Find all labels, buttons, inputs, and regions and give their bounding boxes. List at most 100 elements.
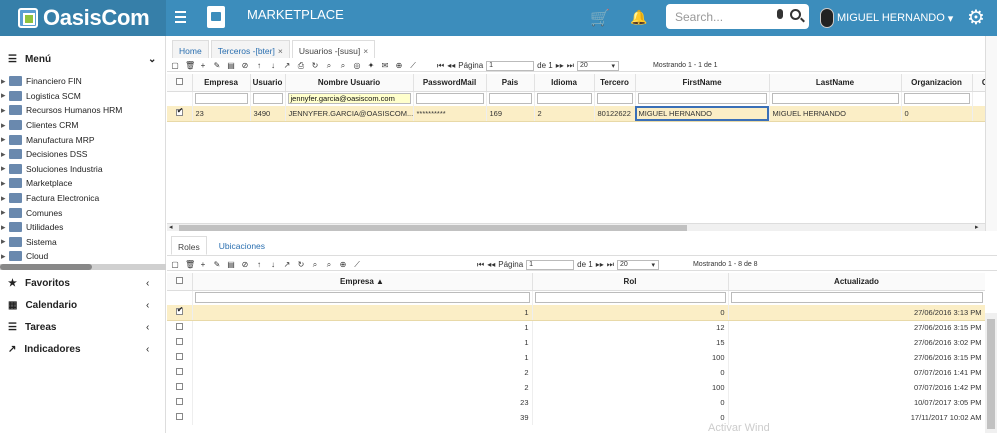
close-icon[interactable]: × <box>278 46 283 56</box>
section-calendario[interactable]: ▦ Calendario ‹ <box>0 294 166 316</box>
filter-input[interactable] <box>252 93 283 105</box>
filter-input[interactable] <box>903 93 970 105</box>
arrow-up-icon[interactable]: ↑ <box>255 61 263 70</box>
tab-ubicaciones[interactable]: Ubicaciones <box>213 236 271 255</box>
refresh-icon[interactable]: ↻ <box>311 61 319 70</box>
expand-icon[interactable]: ▸ <box>1 120 7 131</box>
search-icon[interactable]: ⌕ <box>339 61 347 71</box>
prev-page-icon[interactable]: ◂◂ <box>447 61 455 70</box>
search-icon[interactable]: ⌕ <box>325 260 333 270</box>
plus-circle-icon[interactable]: ⊕ <box>395 61 403 70</box>
expand-icon[interactable]: ▸ <box>1 105 7 116</box>
expand-icon[interactable]: ▸ <box>1 76 7 87</box>
filter-input[interactable] <box>415 93 484 105</box>
chevron-down-icon[interactable]: ⌄ <box>148 54 156 65</box>
cart-icon[interactable]: 🛒 <box>590 8 610 28</box>
column-header[interactable]: Cre <box>972 74 985 92</box>
vertical-scrollbar[interactable] <box>985 313 997 433</box>
add-icon[interactable]: + <box>199 61 207 70</box>
column-header[interactable]: PasswordMail <box>413 74 487 92</box>
expand-icon[interactable]: ▸ <box>1 207 7 218</box>
prev-page-icon[interactable]: ◂◂ <box>487 260 495 269</box>
tree-item[interactable]: ▸ Manufactura MRP <box>0 132 166 147</box>
select-all-checkbox[interactable] <box>167 74 193 92</box>
expand-icon[interactable]: ▸ <box>1 251 7 262</box>
column-header[interactable]: FirstName <box>635 74 770 92</box>
rows-per-page-select[interactable]: 20 ▾ <box>616 259 659 270</box>
section-favoritos[interactable]: ★ Favoritos ‹ <box>0 272 166 294</box>
scrollbar-thumb[interactable] <box>179 225 687 231</box>
column-header[interactable]: Pais <box>486 74 535 92</box>
filter-input[interactable] <box>730 292 983 304</box>
last-page-icon[interactable]: ⏭ <box>607 260 614 270</box>
export-icon[interactable]: ↗ <box>283 260 291 269</box>
delete-icon[interactable]: 🗑 <box>185 260 195 269</box>
search-input[interactable]: Search... <box>666 4 809 29</box>
save-icon[interactable]: ▤ <box>227 260 235 269</box>
add-icon[interactable]: + <box>199 260 207 269</box>
row-checkbox[interactable] <box>175 368 183 375</box>
column-header[interactable]: Nombre Usuario <box>285 74 414 92</box>
column-header[interactable]: Usuario <box>250 74 286 92</box>
microphone-icon[interactable] <box>777 9 783 19</box>
mail-icon[interactable]: ✉ <box>381 61 389 70</box>
rows-per-page-select[interactable]: 20 ▾ <box>576 60 619 71</box>
table-row[interactable]: 1 12 27/06/2016 3:15 PM <box>167 320 985 335</box>
tree-item[interactable]: ▸ Decisiones DSS <box>0 147 166 162</box>
filter-input[interactable] <box>637 93 767 105</box>
selected-cell[interactable]: MIGUEL HERNANDO <box>635 106 770 122</box>
table-row[interactable]: 39 0 17/11/2017 10:02 AM <box>167 410 985 425</box>
column-header[interactable]: Tercero <box>594 74 636 92</box>
tree-item[interactable]: ▸ Cloud <box>0 249 166 264</box>
tree-item[interactable]: ▸ Utilidades <box>0 220 166 235</box>
tab-home[interactable]: Home <box>172 40 209 58</box>
bell-icon[interactable]: 🔔 <box>630 9 647 26</box>
last-page-icon[interactable]: ⏭ <box>567 61 574 71</box>
refresh-icon[interactable]: ↻ <box>297 260 305 269</box>
filter-input[interactable] <box>596 93 633 105</box>
zoom-icon[interactable]: ⌕ <box>325 61 333 71</box>
tree-item[interactable]: ▸ Marketplace <box>0 176 166 191</box>
filter-input[interactable] <box>194 292 530 304</box>
cancel-icon[interactable]: ⊘ <box>241 260 249 269</box>
arrow-down-icon[interactable]: ↓ <box>269 260 277 269</box>
table-row[interactable]: 2 100 07/07/2016 1:42 PM <box>167 380 985 395</box>
page-input[interactable]: 1 <box>486 60 535 71</box>
sidebar-scrollbar[interactable] <box>0 264 166 270</box>
resize-icon[interactable]: ⟋ <box>409 61 417 71</box>
row-checkbox[interactable] <box>175 398 183 405</box>
column-header[interactable]: Rol <box>532 273 729 291</box>
export-icon[interactable]: ↗ <box>283 61 291 70</box>
expand-icon[interactable]: ▸ <box>1 222 7 233</box>
expand-icon[interactable]: ▸ <box>1 90 7 101</box>
user-menu[interactable]: MIGUEL HERNANDO ▾ <box>820 8 953 28</box>
row-checkbox[interactable] <box>175 323 183 331</box>
new-icon[interactable]: ▢ <box>171 260 179 269</box>
column-header[interactable]: Organizacion <box>901 74 973 92</box>
cancel-icon[interactable]: ⊘ <box>241 61 249 70</box>
tree-item[interactable]: ▸ Clientes CRM <box>0 118 166 133</box>
menu-header[interactable]: ☰ Menú ⌄ <box>8 54 156 65</box>
zoom-icon[interactable]: ⌕ <box>311 260 319 270</box>
section-indicadores[interactable]: ↗ Indicadores ‹ <box>0 338 166 360</box>
gear-icon[interactable]: ⚙ <box>967 5 985 30</box>
hamburger-menu-icon[interactable] <box>175 11 186 26</box>
expand-icon[interactable]: ▸ <box>1 178 7 189</box>
tree-item[interactable]: ▸ Sistema <box>0 235 166 250</box>
table-row[interactable]: 23 0 10/07/2017 3:05 PM <box>167 395 985 410</box>
edit-icon[interactable]: ✎ <box>213 260 221 269</box>
logo[interactable]: OasisCom <box>0 0 166 36</box>
close-icon[interactable]: × <box>363 46 368 56</box>
sort-asc-icon[interactable]: ▲ <box>376 277 384 286</box>
first-page-icon[interactable]: ⏮ <box>477 260 484 270</box>
scroll-right-icon[interactable]: ▸ <box>975 223 979 231</box>
scrollbar-thumb[interactable] <box>987 319 995 429</box>
tree-item[interactable]: ▸ Soluciones Industria <box>0 162 166 177</box>
tree-item[interactable]: ▸ Recursos Humanos HRM <box>0 103 166 118</box>
resize-icon[interactable]: ⟋ <box>353 260 361 270</box>
tab-usuarios[interactable]: Usuarios -[susu] × <box>291 40 376 58</box>
expand-icon[interactable]: ▸ <box>1 163 7 174</box>
tree-item[interactable]: ▸ Logistica SCM <box>0 89 166 104</box>
print-icon[interactable]: ⎙ <box>297 61 305 71</box>
pin-icon[interactable]: ✦ <box>367 61 375 70</box>
